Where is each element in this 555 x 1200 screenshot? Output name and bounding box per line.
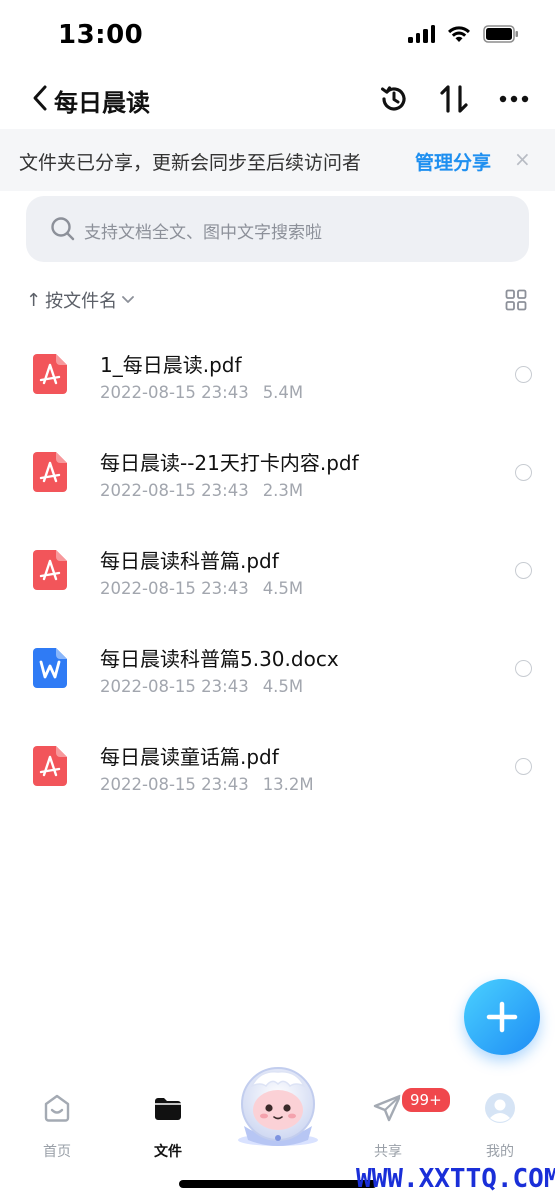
battery-icon: [483, 25, 518, 43]
file-meta: 2022-08-15 23:43 13.2M: [100, 775, 314, 794]
search-placeholder: 支持文档全文、图中文字搜索啦: [84, 223, 322, 243]
file-name: 1_每日晨读.pdf: [100, 353, 242, 377]
word-file-icon: [33, 648, 67, 688]
file-name: 每日晨读童话篇.pdf: [100, 745, 279, 769]
grid-view-icon[interactable]: [505, 289, 527, 311]
file-size: 2.3M: [262, 481, 304, 500]
history-button[interactable]: [377, 82, 411, 116]
sort-row: ↑ 按文件名: [0, 282, 555, 316]
tab-home[interactable]: 首页: [17, 1092, 97, 1160]
share-count-badge: 99+: [400, 1086, 452, 1114]
select-radio[interactable]: [515, 464, 532, 481]
search-icon: [51, 217, 75, 241]
home-indicator: [179, 1180, 377, 1188]
pdf-file-icon: [33, 746, 67, 786]
file-date: 2022-08-15 23:43: [100, 383, 249, 402]
tab-label: 首页: [43, 1144, 71, 1160]
history-icon: [381, 86, 406, 111]
select-radio[interactable]: [515, 758, 532, 775]
search-input[interactable]: 支持文档全文、图中文字搜索啦: [26, 196, 529, 262]
tab-files[interactable]: 文件: [128, 1092, 208, 1160]
tab-me[interactable]: 我的: [460, 1092, 540, 1160]
file-meta: 2022-08-15 23:43 4.5M: [100, 579, 303, 598]
select-radio[interactable]: [515, 562, 532, 579]
file-date: 2022-08-15 23:43: [100, 481, 249, 500]
share-banner: 文件夹已分享，更新会同步至后续访问者 管理分享 ×: [0, 129, 555, 191]
home-icon: [44, 1094, 70, 1122]
file-name: 每日晨读科普篇5.30.docx: [100, 647, 339, 671]
status-icons: [408, 25, 519, 43]
share-banner-text: 文件夹已分享，更新会同步至后续访问者: [19, 152, 362, 174]
sort-label: 按文件名: [45, 291, 118, 312]
tab-label: 我的: [486, 1144, 514, 1160]
file-meta: 2022-08-15 23:43 2.3M: [100, 481, 303, 500]
back-chevron-icon[interactable]: [30, 84, 50, 112]
list-item[interactable]: 每日晨读科普篇5.30.docx 2022-08-15 23:43 4.5M: [0, 620, 555, 718]
file-size: 4.5M: [262, 579, 304, 598]
page-title: 每日晨读: [54, 89, 150, 117]
sort-direction-arrow: ↑: [26, 289, 42, 311]
add-button[interactable]: [464, 979, 540, 1055]
file-date: 2022-08-15 23:43: [100, 579, 249, 598]
watermark: WWW.XXTTQ.COM: [356, 1164, 555, 1194]
file-date: 2022-08-15 23:43: [100, 775, 249, 794]
close-icon[interactable]: ×: [514, 147, 531, 171]
file-size: 4.5M: [262, 677, 304, 696]
chevron-down-icon: [122, 296, 134, 303]
file-name: 每日晨读科普篇.pdf: [100, 549, 279, 573]
file-name: 每日晨读--21天打卡内容.pdf: [100, 451, 359, 475]
sort-arrows-icon: [440, 85, 468, 113]
cellular-signal-icon: [408, 25, 435, 43]
file-size: 13.2M: [262, 775, 314, 794]
status-time: 13:00: [58, 20, 144, 50]
list-item[interactable]: 每日晨读--21天打卡内容.pdf 2022-08-15 23:43 2.3M: [0, 424, 555, 522]
pdf-file-icon: [33, 452, 67, 492]
select-radio[interactable]: [515, 660, 532, 677]
nav-actions: [377, 82, 531, 116]
tab-label: 共享: [374, 1144, 402, 1160]
plus-icon: [486, 1001, 518, 1033]
folder-icon: [155, 1098, 181, 1120]
file-list: 1_每日晨读.pdf 2022-08-15 23:43 5.4M 每日晨读--21…: [0, 326, 555, 816]
file-meta: 2022-08-15 23:43 4.5M: [100, 677, 303, 696]
avatar-icon: [485, 1093, 515, 1123]
file-meta: 2022-08-15 23:43 5.4M: [100, 383, 303, 402]
list-item[interactable]: 1_每日晨读.pdf 2022-08-15 23:43 5.4M: [0, 326, 555, 424]
sort-dropdown[interactable]: ↑ 按文件名: [26, 287, 135, 313]
list-item[interactable]: 每日晨读科普篇.pdf 2022-08-15 23:43 4.5M: [0, 522, 555, 620]
list-item[interactable]: 每日晨读童话篇.pdf 2022-08-15 23:43 13.2M: [0, 718, 555, 816]
nav-bar: 每日晨读: [0, 72, 555, 128]
pdf-file-icon: [33, 550, 67, 590]
wifi-icon: [448, 26, 470, 42]
tab-label: 文件: [154, 1144, 182, 1160]
mascot-astronaut-icon[interactable]: [226, 1060, 330, 1146]
manage-share-link[interactable]: 管理分享: [415, 148, 491, 175]
file-date: 2022-08-15 23:43: [100, 677, 249, 696]
more-dots-icon: [499, 95, 529, 103]
select-radio[interactable]: [515, 366, 532, 383]
more-button[interactable]: [497, 82, 531, 116]
sort-order-button[interactable]: [437, 82, 471, 116]
file-size: 5.4M: [262, 383, 304, 402]
pdf-file-icon: [33, 354, 67, 394]
status-bar: 13:00: [0, 0, 555, 70]
